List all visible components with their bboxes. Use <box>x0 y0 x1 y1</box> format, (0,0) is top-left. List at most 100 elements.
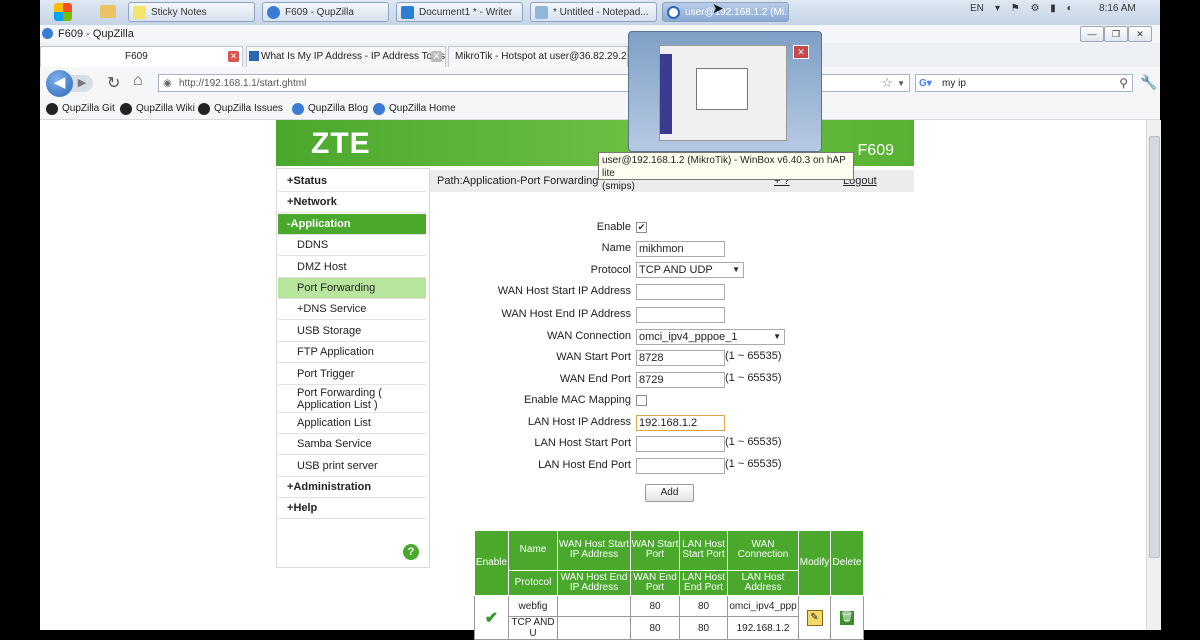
menu-usb-storage[interactable]: USB Storage <box>278 321 426 342</box>
window-titlebar: F609 - QupZilla — ❐ ✕ <box>40 25 1160 44</box>
menu-port-forwarding-app-list[interactable]: Port Forwarding (Application List ) <box>278 385 426 413</box>
reload-icon[interactable]: ↻ <box>107 73 120 93</box>
bookmark-star-icon[interactable]: ☆ <box>881 74 893 92</box>
router-model: F609 <box>857 142 894 159</box>
window-title: F609 - QupZilla <box>58 28 134 40</box>
add-button[interactable]: Add <box>645 484 694 502</box>
maximize-button[interactable]: ❐ <box>1104 26 1128 42</box>
menu-application-list[interactable]: Application List <box>278 413 426 434</box>
taskbar-qupzilla[interactable]: F609 - QupZilla <box>262 2 389 22</box>
tab-f609[interactable]: F609 ✕ <box>40 46 243 67</box>
vertical-scrollbar[interactable] <box>1146 120 1161 630</box>
bookmark-qupzilla-issues[interactable]: QupZilla Issues <box>198 103 283 115</box>
range-hint: (1 ~ 65535) <box>725 436 782 448</box>
tab-mikrotik-hotspot[interactable]: MikroTik - Hotspot at user@36.82.29.251 … <box>448 46 628 67</box>
modify-icon[interactable]: ✎ <box>798 595 831 640</box>
menu-administration[interactable]: +Administration <box>278 477 426 498</box>
writer-icon <box>401 6 414 19</box>
label-wan-host-start-ip: WAN Host Start IP Address <box>497 285 631 297</box>
wrench-icon[interactable]: 🔧 <box>1140 74 1157 91</box>
lan-host-ip-field[interactable]: 192.168.1.2 <box>636 415 725 431</box>
wan-connection-select[interactable]: omci_ipv4_pppoe_1 ▼ <box>636 329 785 345</box>
taskbar-sticky-notes[interactable]: Sticky Notes <box>128 2 255 22</box>
cell-wan-start-ip <box>557 595 631 617</box>
taskbar-writer[interactable]: Document1 * - Writer <box>396 2 523 22</box>
menu-status[interactable]: +Status <box>278 171 426 192</box>
taskbar-thumbnail-preview[interactable]: ✕ <box>628 31 822 152</box>
close-icon[interactable]: ✕ <box>793 45 809 59</box>
menu-dns-service[interactable]: +DNS Service <box>278 299 426 320</box>
help-icon[interactable]: ? <box>403 544 419 560</box>
cell-wan-connection: omci_ipv4_ppp <box>727 595 799 617</box>
protocol-select[interactable]: TCP AND UDP ▼ <box>636 262 744 278</box>
forward-button[interactable]: ▶ <box>71 75 93 92</box>
tray-icons[interactable]: ▾ ⚑ ⚙ ▮ ◐ <box>995 3 1077 14</box>
label-name: Name <box>601 242 631 254</box>
cell-wan-end-ip <box>557 616 631 640</box>
close-tab-icon[interactable]: ✕ <box>228 51 239 62</box>
name-field[interactable]: mikhmon <box>636 241 725 257</box>
tab-bar: F609 ✕ What Is My IP Address - IP Address… <box>40 43 1160 68</box>
label-wan-host-end-ip: WAN Host End IP Address <box>501 308 631 320</box>
qupzilla-icon <box>267 6 280 19</box>
scrollbar-thumb[interactable] <box>1149 136 1160 558</box>
qupzilla-icon <box>292 103 304 115</box>
sticky-notes-icon <box>133 6 146 19</box>
bookmark-qupzilla-wiki[interactable]: QupZilla Wiki <box>120 103 195 115</box>
menu-port-trigger[interactable]: Port Trigger <box>278 364 426 385</box>
wan-end-port-field[interactable]: 8729 <box>636 372 725 388</box>
table-header-wan-end-ip: WAN Host End IP Address <box>557 569 631 597</box>
close-tab-icon[interactable]: ✕ <box>431 51 442 62</box>
range-hint: (1 ~ 65535) <box>725 350 782 362</box>
lan-host-start-port-field[interactable] <box>636 436 725 452</box>
back-button[interactable]: ◀ <box>46 70 73 97</box>
cell-wan-start-port: 80 <box>630 595 680 617</box>
enable-mac-mapping-checkbox[interactable] <box>636 395 647 406</box>
table-header-wan-end-port: WAN End Port <box>630 569 680 597</box>
label-enable: Enable <box>596 221 631 233</box>
start-button[interactable] <box>54 3 72 21</box>
wan-host-start-ip-field[interactable] <box>636 284 725 300</box>
folder-icon[interactable] <box>100 5 116 18</box>
bookmark-qupzilla-git[interactable]: QupZilla Git <box>46 103 115 115</box>
bookmarks-toolbar: QupZilla Git QupZilla Wiki QupZilla Issu… <box>40 99 1160 120</box>
menu-ftp-application[interactable]: FTP Application <box>278 342 426 363</box>
menu-ddns[interactable]: DDNS <box>278 235 426 256</box>
search-icon[interactable]: ⚲ <box>1119 74 1128 92</box>
close-window-button[interactable]: ✕ <box>1128 26 1152 42</box>
site-info-icon: ◉ <box>163 78 172 89</box>
preview-sidebar <box>660 54 672 134</box>
taskbar-winbox[interactable]: user@192.168.1.2 (Mi... <box>662 2 789 22</box>
menu-samba-service[interactable]: Samba Service <box>278 434 426 455</box>
search-bar[interactable]: G▾ my ip ⚲ <box>915 74 1133 92</box>
history-dropdown-icon[interactable]: ▼ <box>897 75 905 93</box>
cell-name: webfig <box>508 595 558 617</box>
lan-host-end-port-field[interactable] <box>636 458 725 474</box>
port-forwarding-table: Enable Name WAN Host Start IP Address WA… <box>474 530 864 640</box>
enable-checkbox[interactable]: ✔ <box>636 222 647 233</box>
wan-host-end-ip-field[interactable] <box>636 307 725 323</box>
wan-start-port-field[interactable]: 8728 <box>636 350 725 366</box>
menu-help[interactable]: +Help <box>278 498 426 519</box>
home-icon[interactable]: ⌂ <box>133 72 143 90</box>
clock[interactable]: 8:16 AM <box>1099 3 1136 14</box>
bookmark-qupzilla-home[interactable]: QupZilla Home <box>373 103 456 115</box>
preview-window <box>696 68 748 110</box>
bookmark-qupzilla-blog[interactable]: QupZilla Blog <box>292 103 368 115</box>
language-indicator[interactable]: EN <box>970 3 984 14</box>
label-protocol: Protocol <box>590 264 631 276</box>
cell-lan-host-ip: 192.168.1.2 <box>727 616 799 640</box>
menu-port-forwarding[interactable]: Port Forwarding <box>278 278 426 299</box>
tab-what-is-my-ip[interactable]: What Is My IP Address - IP Address Tools… <box>246 46 446 67</box>
menu-application[interactable]: -Application <box>278 214 426 235</box>
menu-dmz-host[interactable]: DMZ Host <box>278 257 426 278</box>
minimize-button[interactable]: — <box>1080 26 1104 42</box>
sidebar-menu: +Status +Network -Application DDNS DMZ H… <box>276 168 430 568</box>
menu-network[interactable]: +Network <box>278 192 426 213</box>
label-wan-end-port: WAN End Port <box>559 373 631 385</box>
delete-icon[interactable]: 🗑 <box>830 595 864 640</box>
table-header-modify: Modify <box>798 530 831 596</box>
menu-usb-print-server[interactable]: USB print server <box>278 456 426 477</box>
taskbar-notepad[interactable]: * Untitled - Notepad... <box>530 2 657 22</box>
taskbar: Sticky Notes F609 - QupZilla Document1 *… <box>40 0 1160 26</box>
